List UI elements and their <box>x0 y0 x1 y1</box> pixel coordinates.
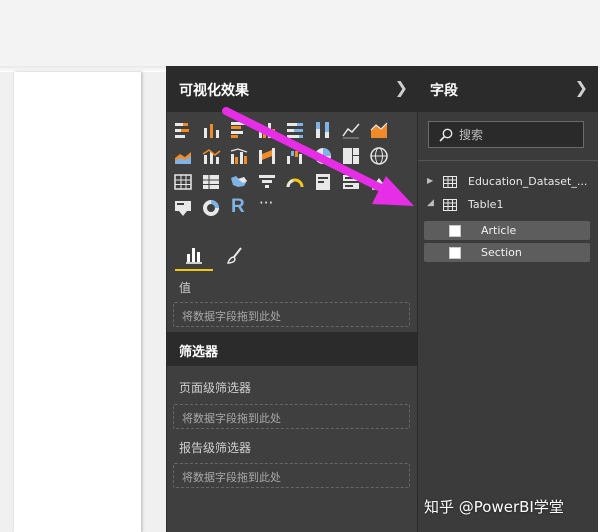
active-tab-underline <box>175 269 213 271</box>
stacked-column-icon[interactable] <box>201 120 221 140</box>
100pct-column-icon[interactable] <box>313 120 333 140</box>
table-icon <box>443 176 457 188</box>
field-label: Section <box>481 246 522 259</box>
area-chart-icon[interactable] <box>369 120 389 140</box>
r-visual-icon[interactable]: R <box>231 196 251 217</box>
visual-tabs <box>167 238 418 272</box>
table-name-table1: Table1 <box>468 198 504 211</box>
table-icon <box>443 199 457 211</box>
table-row-education-dataset[interactable]: ▶ Education_Dataset_... <box>418 172 598 192</box>
line-column-icon[interactable] <box>201 146 221 166</box>
funnel-icon[interactable] <box>257 172 277 192</box>
fields-pane: 字段 ❯ ▶ Education_Dataset_... ◢ Table1 Ar… <box>417 66 598 532</box>
globe-map-icon[interactable] <box>369 146 389 166</box>
treemap-icon[interactable] <box>341 146 361 166</box>
stacked-area-icon[interactable] <box>173 146 193 166</box>
field-checkbox[interactable] <box>449 225 461 237</box>
collapse-arrow-icon[interactable]: ◢ <box>427 198 434 208</box>
table-icon[interactable] <box>173 172 193 192</box>
visualizations-title: 可视化效果 <box>179 83 249 99</box>
matrix-icon[interactable] <box>201 172 221 192</box>
visualizations-pane: 可视化效果 ❯ R ··· 值 将数据字段拖到此处 筛选器 页面级筛选器 将数据… <box>166 66 418 532</box>
collapse-fields-icon[interactable]: ❯ <box>575 78 588 97</box>
ribbon-chart-icon[interactable] <box>257 146 277 166</box>
filters-header: 筛选器 <box>167 332 418 366</box>
page-filters-drop-zone[interactable]: 将数据字段拖到此处 <box>173 404 410 429</box>
clustered-bar-icon[interactable] <box>229 120 249 140</box>
expand-arrow-icon[interactable]: ▶ <box>427 176 433 185</box>
slicer-icon[interactable] <box>173 198 193 218</box>
watermark: 知乎 @PowerBI学堂 <box>424 498 564 516</box>
table-row-table1[interactable]: ◢ Table1 <box>418 195 598 215</box>
filled-map-icon[interactable] <box>229 172 249 192</box>
kpi-icon[interactable] <box>369 172 389 192</box>
field-row-section[interactable]: Section <box>424 243 590 262</box>
report-canvas-area <box>0 72 166 532</box>
line-chart-icon[interactable] <box>341 120 361 140</box>
pie-chart-icon[interactable] <box>313 146 333 166</box>
fields-title: 字段 <box>430 83 458 99</box>
field-label: Article <box>481 224 517 237</box>
filters-title: 筛选器 <box>179 345 219 360</box>
values-label: 值 <box>179 281 192 295</box>
format-paintbrush-icon[interactable] <box>223 242 249 268</box>
report-page[interactable] <box>14 72 141 532</box>
field-checkbox[interactable] <box>449 247 461 259</box>
fields-separator <box>418 160 598 161</box>
multi-row-card-icon[interactable] <box>341 172 361 192</box>
stacked-bar-icon[interactable] <box>173 120 193 140</box>
collapse-visualizations-icon[interactable]: ❯ <box>395 78 408 97</box>
fields-header: 字段 ❯ <box>418 66 598 112</box>
line-clustered-column-icon[interactable] <box>229 146 249 166</box>
clustered-column-icon[interactable] <box>257 120 277 140</box>
values-drop-zone[interactable]: 将数据字段拖到此处 <box>173 302 410 327</box>
fields-search-input[interactable] <box>459 126 569 144</box>
visualizations-header: 可视化效果 ❯ <box>167 66 418 112</box>
table-name-education-dataset: Education_Dataset_... <box>468 175 588 188</box>
gauge-icon[interactable] <box>285 172 305 192</box>
100pct-bar-icon[interactable] <box>285 120 305 140</box>
field-row-article[interactable]: Article <box>424 221 590 240</box>
donut-icon[interactable] <box>201 198 221 218</box>
card-icon[interactable] <box>313 172 333 192</box>
ribbon-bar <box>0 0 600 67</box>
fields-tab-icon[interactable] <box>181 242 207 268</box>
waterfall-icon[interactable] <box>285 146 305 166</box>
search-icon <box>439 128 453 142</box>
fields-search-box[interactable] <box>428 121 584 148</box>
report-filters-drop-zone[interactable]: 将数据字段拖到此处 <box>173 463 410 488</box>
page-filters-label: 页面级筛选器 <box>179 381 252 395</box>
more-icon[interactable]: ··· <box>259 194 279 214</box>
report-filters-label: 报告级筛选器 <box>179 441 252 455</box>
